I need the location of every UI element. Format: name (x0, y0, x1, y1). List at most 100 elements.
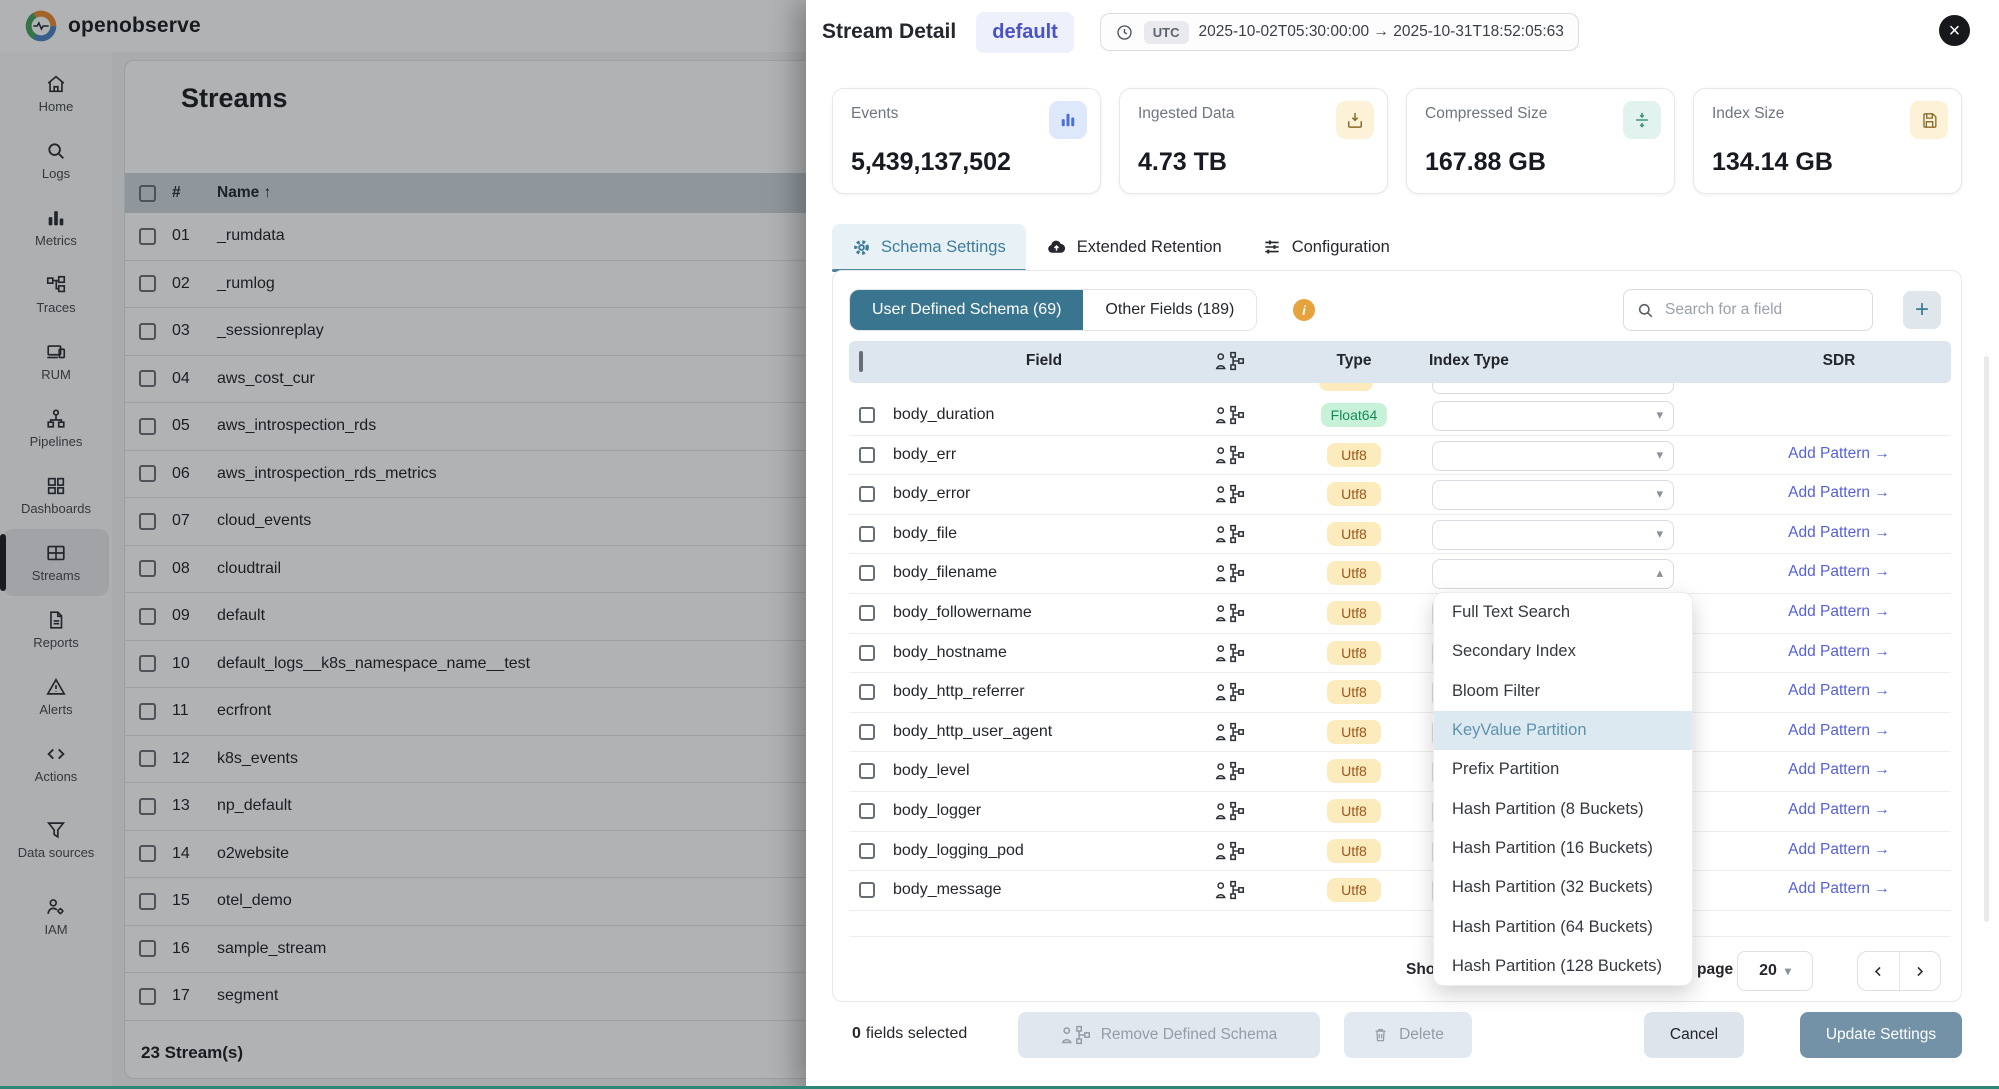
cancel-button[interactable]: Cancel (1644, 1012, 1744, 1058)
stat-label: Ingested Data (1138, 105, 1369, 123)
field-checkbox[interactable] (859, 684, 875, 700)
next-page-button[interactable] (1899, 952, 1941, 990)
index-type-select[interactable]: ▾ (1432, 401, 1674, 431)
dropdown-option[interactable]: Hash Partition (16 Buckets) (1434, 829, 1692, 868)
per-page-select[interactable]: 20 ▾ (1737, 951, 1813, 991)
add-pattern-link[interactable]: Add Pattern → (1749, 603, 1929, 621)
field-row: body_logger Utf8 ▾ Add Pattern → (849, 792, 1951, 832)
dropdown-option[interactable]: Hash Partition (8 Buckets) (1434, 789, 1692, 828)
field-checkbox[interactable] (859, 565, 875, 581)
caret-icon: ▴ (1656, 565, 1663, 581)
field-checkbox[interactable] (859, 407, 875, 423)
user-schema-icon (1215, 603, 1245, 623)
prev-page-button[interactable] (1858, 952, 1899, 990)
field-row: body_err Utf8 ▾ Add Pattern → (849, 436, 1951, 476)
type-chip: Utf8 (1327, 759, 1381, 783)
panel-footer: 0fields selected Remove Defined Schema D… (832, 1012, 1962, 1062)
tab[interactable]: Configuration (1242, 224, 1410, 270)
plus-icon: + (1915, 296, 1929, 324)
dropdown-option[interactable]: KeyValue Partition (1434, 711, 1692, 750)
add-pattern-link[interactable]: Add Pattern → (1749, 801, 1929, 819)
pagination-bar: Sho page 20 ▾ (849, 936, 1951, 1002)
dropdown-option[interactable]: Hash Partition (64 Buckets) (1434, 907, 1692, 946)
field-row: body_logging_pod Utf8 ▾ Add Pattern → (849, 832, 1951, 872)
dropdown-option[interactable]: Prefix Partition (1434, 750, 1692, 789)
panel-header: Stream Detail default UTC 2025-10-02T05:… (806, 0, 1999, 64)
update-settings-button[interactable]: Update Settings (1800, 1012, 1962, 1058)
field-checkbox[interactable] (859, 645, 875, 661)
field-row: body_error Utf8 ▾ Add Pattern → (849, 475, 1951, 515)
modal-dim-overlay[interactable] (0, 0, 806, 1089)
dropdown-option[interactable]: Full Text Search (1434, 593, 1692, 632)
dropdown-option[interactable]: Hash Partition (32 Buckets) (1434, 868, 1692, 907)
add-pattern-link[interactable]: Add Pattern → (1749, 682, 1929, 700)
add-pattern-link[interactable]: Add Pattern → (1749, 643, 1929, 661)
time-range-picker[interactable]: UTC 2025-10-02T05:30:00:00 → 2025-10-31T… (1100, 13, 1579, 51)
caret-icon: ▾ (1656, 526, 1663, 542)
user-schema-icon (1215, 682, 1245, 702)
tab-label: Schema Settings (881, 238, 1006, 257)
user-schema-icon (1215, 643, 1245, 663)
stat-card: Ingested Data 4.73 TB (1119, 88, 1388, 194)
add-field-button[interactable]: + (1903, 291, 1941, 329)
field-name: body_filename (893, 564, 997, 582)
sliders-icon (1262, 237, 1282, 257)
select-all-fields-checkbox[interactable] (859, 351, 863, 372)
index-type-dropdown: Full Text Search Secondary Index Bloom F… (1433, 592, 1693, 986)
type-chip: Utf8 (1327, 641, 1381, 665)
type-chip: Utf8 (1327, 522, 1381, 546)
add-pattern-link[interactable]: Add Pattern → (1749, 484, 1929, 502)
field-row: body_duration Float64 ▾ (849, 396, 1951, 436)
dropdown-option[interactable]: Bloom Filter (1434, 672, 1692, 711)
type-chip: Utf8 (1327, 601, 1381, 625)
dropdown-option[interactable]: Secondary Index (1434, 632, 1692, 671)
clipped-row (849, 383, 1951, 396)
field-checkbox[interactable] (859, 803, 875, 819)
user-defined-schema-button[interactable]: User Defined Schema (69) (850, 290, 1083, 330)
add-pattern-link[interactable]: Add Pattern → (1749, 563, 1929, 581)
user-schema-icon (1215, 524, 1245, 544)
index-type-select[interactable]: ▴ (1432, 559, 1674, 589)
user-schema-icon (1215, 563, 1245, 583)
add-pattern-link[interactable]: Add Pattern → (1749, 524, 1929, 542)
field-search (1623, 289, 1873, 331)
stream-detail-panel: Stream Detail default UTC 2025-10-02T05:… (806, 0, 1999, 1089)
add-pattern-link[interactable]: Add Pattern → (1749, 445, 1929, 463)
index-type-select[interactable]: ▾ (1432, 441, 1674, 471)
other-fields-button[interactable]: Other Fields (189) (1083, 290, 1256, 330)
add-pattern-link[interactable]: Add Pattern → (1749, 880, 1929, 898)
delete-button[interactable]: Delete (1344, 1012, 1472, 1058)
field-row: body_http_user_agent Utf8 ▾ Add Pattern … (849, 713, 1951, 753)
close-panel-button[interactable]: × (1939, 15, 1970, 46)
dropdown-option[interactable]: Hash Partition (128 Buckets) (1434, 947, 1692, 986)
field-name: body_file (893, 525, 957, 543)
tab[interactable]: Extended Retention (1026, 224, 1242, 270)
field-checkbox[interactable] (859, 526, 875, 542)
type-chip: Utf8 (1327, 720, 1381, 744)
field-checkbox[interactable] (859, 486, 875, 502)
field-row: body_file Utf8 ▾ Add Pattern → (849, 515, 1951, 555)
add-pattern-link[interactable]: Add Pattern → (1749, 841, 1929, 859)
utc-badge: UTC (1144, 21, 1189, 44)
stat-value: 134.14 GB (1712, 148, 1833, 177)
field-search-input[interactable] (1665, 301, 1845, 319)
index-type-select[interactable]: ▾ (1432, 520, 1674, 550)
field-checkbox[interactable] (859, 882, 875, 898)
field-name: body_duration (893, 406, 994, 424)
field-checkbox[interactable] (859, 724, 875, 740)
remove-defined-schema-button[interactable]: Remove Defined Schema (1018, 1012, 1320, 1058)
add-pattern-link[interactable]: Add Pattern → (1749, 722, 1929, 740)
field-checkbox[interactable] (859, 447, 875, 463)
index-type-select[interactable]: ▾ (1432, 480, 1674, 510)
field-row: body_http_referrer Utf8 ▾ Add Pattern → (849, 673, 1951, 713)
stat-value: 167.88 GB (1425, 148, 1546, 177)
field-checkbox[interactable] (859, 763, 875, 779)
tab[interactable]: Schema Settings (832, 224, 1026, 270)
info-icon[interactable]: i (1293, 299, 1315, 321)
stat-label: Compressed Size (1425, 105, 1656, 123)
add-pattern-link[interactable]: Add Pattern → (1749, 761, 1929, 779)
field-checkbox[interactable] (859, 605, 875, 621)
scrollbar[interactable] (1984, 356, 1989, 922)
field-checkbox[interactable] (859, 843, 875, 859)
caret-icon: ▾ (1656, 407, 1663, 423)
